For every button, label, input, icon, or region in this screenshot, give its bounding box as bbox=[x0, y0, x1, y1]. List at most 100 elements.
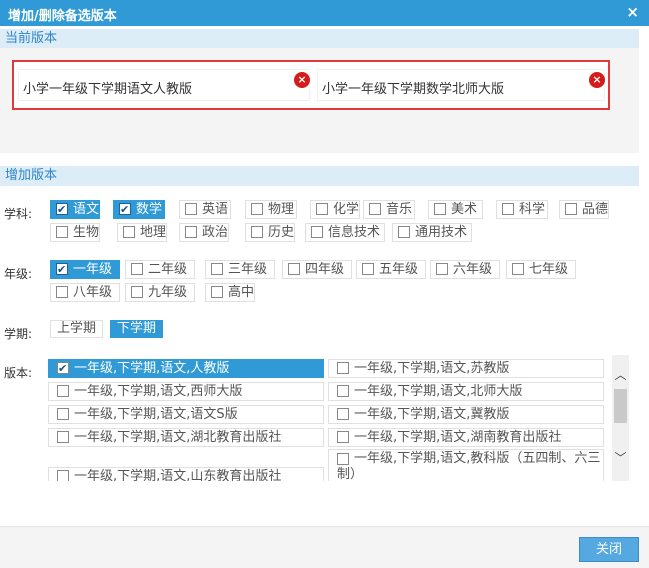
checkbox-icon[interactable] bbox=[131, 263, 143, 275]
grade-option-label: 高中 bbox=[228, 285, 255, 300]
subject-option[interactable]: 政治 bbox=[179, 223, 229, 242]
checkbox-icon[interactable] bbox=[434, 203, 446, 215]
version-option-label: 一年级,下学期,语文,山东教育出版社 bbox=[74, 469, 282, 481]
subject-option[interactable]: 历史 bbox=[245, 223, 295, 242]
version-option[interactable]: 一年级,下学期,语文,教科版（五四制、六三制） bbox=[328, 449, 604, 481]
term-option-spring[interactable]: 上学期 bbox=[50, 320, 104, 338]
checkbox-icon[interactable] bbox=[288, 263, 300, 275]
checkbox-icon[interactable] bbox=[436, 263, 448, 275]
scroll-down-icon[interactable]: ﹀ bbox=[612, 450, 629, 467]
checkbox-icon[interactable] bbox=[56, 226, 68, 238]
checkbox-icon[interactable] bbox=[337, 408, 349, 420]
dialog-footer: 关闭 bbox=[0, 526, 649, 568]
checkbox-icon[interactable] bbox=[211, 263, 223, 275]
grade-option-label: 七年级 bbox=[529, 262, 569, 277]
checkbox-icon[interactable] bbox=[57, 431, 69, 443]
checkbox-icon[interactable] bbox=[251, 203, 263, 215]
subject-option[interactable]: 美术 bbox=[428, 200, 483, 219]
version-option[interactable]: 一年级,下学期,语文,西师大版 bbox=[48, 382, 324, 401]
checkbox-icon[interactable] bbox=[565, 203, 577, 215]
checkbox-icon[interactable] bbox=[512, 263, 524, 275]
close-button[interactable]: 关闭 bbox=[579, 537, 639, 562]
checkbox-icon[interactable] bbox=[337, 362, 349, 374]
subject-option[interactable]: 化学 bbox=[310, 200, 360, 219]
grade-option[interactable]: 六年级 bbox=[430, 260, 500, 279]
version-option[interactable]: 一年级,下学期,语文,冀教版 bbox=[328, 405, 604, 424]
checkbox-icon[interactable] bbox=[56, 201, 68, 218]
subject-option[interactable]: 信息技术 bbox=[305, 223, 385, 242]
grade-option-label: 八年级 bbox=[73, 285, 113, 300]
subject-option[interactable]: 语文 bbox=[50, 200, 100, 219]
grade-option[interactable]: 四年级 bbox=[282, 260, 352, 279]
grade-option-label: 四年级 bbox=[305, 262, 345, 277]
checkbox-icon[interactable] bbox=[185, 203, 197, 215]
checkbox-icon[interactable] bbox=[362, 263, 374, 275]
subject-option[interactable]: 英语 bbox=[179, 200, 231, 219]
subject-option[interactable]: 品德 bbox=[559, 200, 609, 219]
checkbox-icon[interactable] bbox=[57, 470, 69, 481]
grade-option[interactable]: 九年级 bbox=[125, 283, 195, 302]
checkbox-icon[interactable] bbox=[57, 360, 69, 377]
subject-option-label: 生物 bbox=[73, 225, 100, 240]
checkbox-icon[interactable] bbox=[398, 226, 410, 238]
version-option[interactable]: 一年级,下学期,语文,语文S版 bbox=[48, 405, 324, 424]
version-option[interactable]: 一年级,下学期,语文,苏教版 bbox=[328, 359, 604, 378]
checkbox-icon[interactable] bbox=[119, 201, 131, 218]
checkbox-icon[interactable] bbox=[57, 385, 69, 397]
subject-option-label: 品德 bbox=[582, 202, 609, 217]
subject-option[interactable]: 数学 bbox=[113, 200, 165, 219]
version-option[interactable]: 一年级,下学期,语文,湖南教育出版社 bbox=[328, 428, 604, 447]
checkbox-icon[interactable] bbox=[337, 453, 349, 465]
version-option[interactable]: 一年级,下学期,语文,北师大版 bbox=[328, 382, 604, 401]
subject-option[interactable]: 物理 bbox=[245, 200, 297, 219]
subject-option[interactable]: 科学 bbox=[496, 200, 548, 219]
current-version-label: 小学一年级下学期语文人教版 bbox=[23, 82, 193, 97]
grade-option[interactable]: 八年级 bbox=[50, 283, 120, 302]
checkbox-icon[interactable] bbox=[131, 286, 143, 298]
subject-option-label: 通用技术 bbox=[415, 225, 468, 240]
scroll-thumb[interactable] bbox=[614, 389, 627, 423]
checkbox-icon[interactable] bbox=[311, 226, 323, 238]
subject-label: 学科: bbox=[4, 207, 33, 221]
checkbox-icon[interactable] bbox=[123, 226, 135, 238]
checkbox-icon[interactable] bbox=[56, 286, 68, 298]
checkbox-icon[interactable] bbox=[185, 226, 197, 238]
checkbox-icon[interactable] bbox=[56, 261, 68, 278]
grade-option[interactable]: 三年级 bbox=[205, 260, 275, 279]
checkbox-icon[interactable] bbox=[337, 431, 349, 443]
subject-option-label: 政治 bbox=[202, 225, 229, 240]
grade-option[interactable]: 七年级 bbox=[506, 260, 576, 279]
subject-option[interactable]: 生物 bbox=[50, 223, 100, 242]
version-option[interactable]: 一年级,下学期,语文,湖北教育出版社 bbox=[48, 428, 324, 447]
version-scrollbar[interactable]: ︿ ﹀ bbox=[612, 355, 629, 481]
subject-option[interactable]: 音乐 bbox=[363, 200, 415, 219]
checkbox-icon[interactable] bbox=[57, 408, 69, 420]
version-option[interactable]: 一年级,下学期,语文,山东教育出版社 bbox=[48, 467, 324, 481]
close-icon[interactable]: × bbox=[626, 3, 639, 21]
grade-option[interactable]: 二年级 bbox=[125, 260, 195, 279]
grade-option-label: 三年级 bbox=[228, 262, 268, 277]
version-label: 版本: bbox=[4, 366, 33, 380]
subject-option-label: 美术 bbox=[451, 202, 478, 217]
grade-option[interactable]: 高中 bbox=[205, 283, 255, 302]
subject-option-label: 语文 bbox=[73, 202, 100, 217]
subject-option[interactable]: 地理 bbox=[117, 223, 167, 242]
grade-option[interactable]: 一年级 bbox=[50, 260, 120, 279]
checkbox-icon[interactable] bbox=[502, 203, 514, 215]
checkbox-icon[interactable] bbox=[316, 203, 328, 215]
subject-option[interactable]: 通用技术 bbox=[392, 223, 472, 242]
remove-version-icon[interactable]: × bbox=[294, 72, 310, 88]
term-option-autumn[interactable]: 下学期 bbox=[110, 320, 164, 338]
checkbox-icon[interactable] bbox=[211, 286, 223, 298]
checkbox-icon[interactable] bbox=[251, 226, 263, 238]
scroll-up-icon[interactable]: ︿ bbox=[612, 367, 629, 384]
remove-version-icon[interactable]: × bbox=[589, 72, 605, 88]
grade-option[interactable]: 五年级 bbox=[356, 260, 426, 279]
version-option-label: 一年级,下学期,语文,湖北教育出版社 bbox=[74, 430, 282, 445]
dialog-titlebar: 增加/删除备选版本 × bbox=[0, 0, 649, 26]
checkbox-icon[interactable] bbox=[369, 203, 381, 215]
subject-option-label: 科学 bbox=[519, 202, 546, 217]
version-option[interactable]: 一年级,下学期,语文,人教版 bbox=[48, 359, 324, 378]
subject-option-label: 英语 bbox=[202, 202, 229, 217]
checkbox-icon[interactable] bbox=[337, 385, 349, 397]
